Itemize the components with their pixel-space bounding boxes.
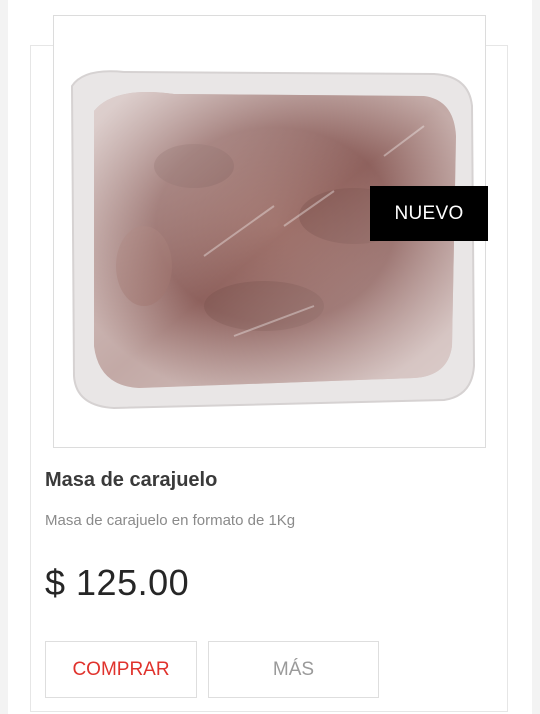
buy-button[interactable]: COMPRAR [45,641,197,698]
new-badge: NUEVO [370,186,488,241]
product-price: $ 125.00 [45,562,190,603]
product-description: Masa de carajuelo en formato de 1Kg [45,512,296,529]
product-title[interactable]: Masa de carajuelo [45,469,217,492]
more-button[interactable]: MÁS [208,641,379,698]
